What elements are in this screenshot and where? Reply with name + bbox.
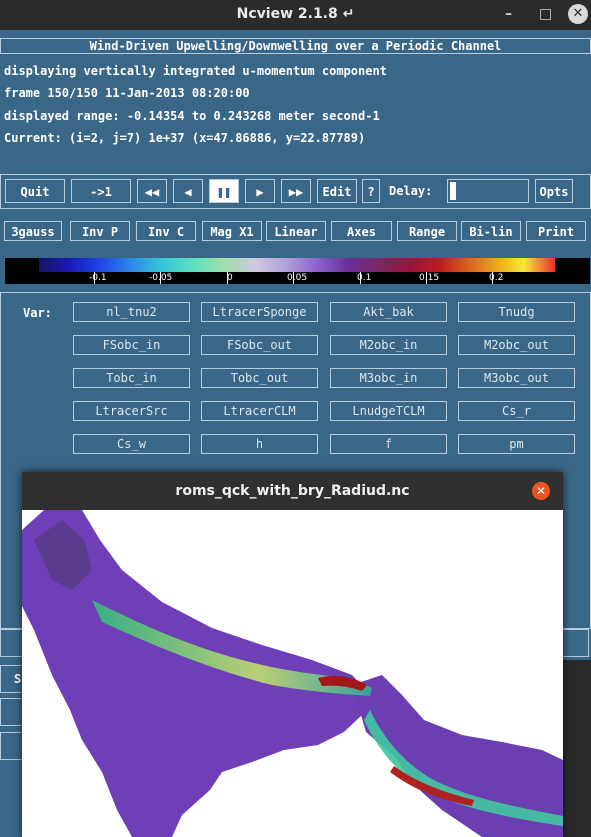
minimize-button[interactable]: – — [505, 6, 512, 22]
var-button[interactable]: M3obc_in — [330, 368, 447, 388]
var-label: Var: — [23, 306, 52, 320]
delay-slider[interactable] — [447, 179, 529, 203]
opts-button[interactable]: Opts — [535, 179, 573, 203]
colorbar: -0.1 -0.05 0 0.05 0.1 0.15 0.2 — [5, 258, 590, 284]
colorbar-tick-label: -0.1 — [89, 273, 107, 283]
delay-slider-handle[interactable] — [450, 182, 456, 200]
axes-button[interactable]: Axes — [331, 221, 392, 241]
var-button[interactable]: Tobc_out — [201, 368, 318, 388]
var-button[interactable]: M2obc_out — [458, 335, 575, 355]
step-forward-button[interactable]: ▶ — [245, 179, 275, 203]
var-button[interactable]: Tobc_in — [73, 368, 190, 388]
goto-first-button[interactable]: ->1 — [71, 179, 131, 203]
info-variable: displaying vertically integrated u-momen… — [4, 64, 387, 78]
range-button[interactable]: Range — [397, 221, 457, 241]
dataset-title: Wind-Driven Upwelling/Downwelling over a… — [0, 38, 591, 54]
var-button[interactable]: nl_tnu2 — [73, 302, 190, 322]
var-button[interactable]: Cs_w — [73, 434, 190, 454]
close-button[interactable]: ✕ — [568, 4, 588, 24]
plot-window-title: roms_qck_with_bry_Radiud.nc — [22, 472, 563, 510]
info-range: displayed range: -0.14354 to 0.243268 me… — [4, 109, 380, 123]
inv-c-button[interactable]: Inv C — [136, 221, 196, 241]
colorbar-tick-label: 0.1 — [357, 273, 372, 283]
inv-p-button[interactable]: Inv P — [70, 221, 130, 241]
var-button[interactable]: Akt_bak — [330, 302, 447, 322]
var-button[interactable]: Cs_r — [458, 401, 575, 421]
edit-button[interactable]: Edit — [317, 179, 357, 203]
plot-window[interactable]: roms_qck_with_bry_Radiud.nc ✕ — [22, 472, 563, 837]
bilin-button[interactable]: Bi-lin — [461, 221, 521, 241]
3gauss-button[interactable]: 3gauss — [4, 221, 62, 241]
window-title: Ncview 2.1.8 ↵ — [236, 6, 355, 22]
colorbar-tick-label: 0.15 — [419, 273, 440, 283]
info-frame: frame 150/150 11-Jan-2013 08:20:00 — [4, 86, 250, 100]
var-button[interactable]: Tnudg — [458, 302, 575, 322]
var-button[interactable]: FSobc_out — [201, 335, 318, 355]
print-button[interactable]: Print — [526, 221, 586, 241]
info-current: Current: (i=2, j=7) 1e+37 (x=47.86886, y… — [4, 131, 366, 145]
plot-canvas[interactable] — [22, 510, 563, 837]
mag-button[interactable]: Mag X1 — [202, 221, 262, 241]
var-button[interactable]: LtracerSrc — [73, 401, 190, 421]
window-edge — [563, 660, 591, 837]
colorbar-tick-label: -0.05 — [149, 273, 173, 283]
plot-window-close-button[interactable]: ✕ — [532, 482, 550, 500]
colorbar-tick-label: 0.2 — [489, 273, 504, 283]
var-button[interactable]: LnudgeTCLM — [330, 401, 447, 421]
help-button[interactable]: ? — [362, 179, 380, 203]
var-button[interactable]: M3obc_out — [458, 368, 575, 388]
rewind-button[interactable]: ◀◀ — [137, 179, 167, 203]
var-button[interactable]: M2obc_in — [330, 335, 447, 355]
quit-button[interactable]: Quit — [5, 179, 65, 203]
window-titlebar: Ncview 2.1.8 ↵ – □ ✕ — [0, 0, 591, 30]
colorbar-tick-label: 0.05 — [287, 273, 308, 283]
var-button[interactable]: f — [330, 434, 447, 454]
var-button[interactable]: h — [201, 434, 318, 454]
var-button[interactable]: pm — [458, 434, 575, 454]
var-button[interactable]: LtracerSponge — [201, 302, 318, 322]
fast-forward-button[interactable]: ▶▶ — [281, 179, 311, 203]
pause-button[interactable]: ❚❚ — [209, 179, 239, 203]
var-button[interactable]: FSobc_in — [73, 335, 190, 355]
linear-button[interactable]: Linear — [266, 221, 326, 241]
colorbar-tick-label: 0 — [227, 273, 233, 283]
maximize-button[interactable]: □ — [539, 6, 552, 22]
var-button[interactable]: LtracerCLM — [201, 401, 318, 421]
step-back-button[interactable]: ◀ — [173, 179, 203, 203]
colorbar-gradient — [39, 258, 555, 272]
delay-label: Delay: — [389, 184, 433, 198]
